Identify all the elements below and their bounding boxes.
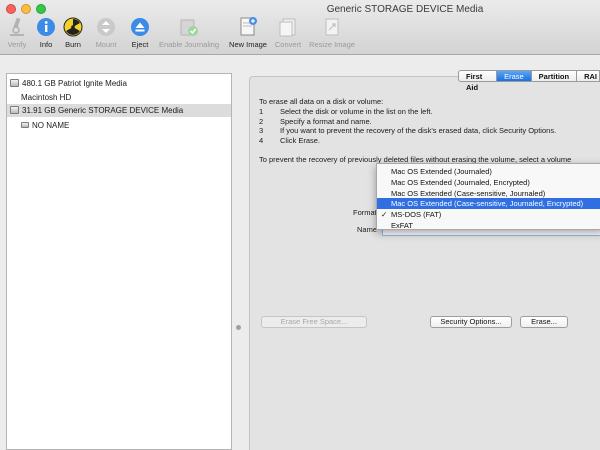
convert-label: Convert [274,40,302,49]
erase-free-space-button[interactable]: Erase Free Space... [261,316,367,328]
step-number: 2 [259,117,264,126]
external-disk-icon [10,78,19,87]
menu-item-label: ExFAT [391,221,413,230]
disk-item-generic-storage[interactable]: 31.91 GB Generic STORAGE DEVICE Media [7,104,231,117]
resize-image-icon [321,16,343,38]
toolbar: Generic STORAGE DEVICE Media Verify Info… [0,0,600,55]
eject-button[interactable]: Eject [126,16,154,52]
tab-raid[interactable]: RAI [577,70,600,82]
erase-panel: To erase all data on a disk or volume: 1… [249,76,600,450]
menu-item-label: Mac OS Extended (Journaled, Encrypted) [391,178,530,187]
disk-item-label: 480.1 GB Patriot Ignite Media [22,79,127,88]
tab-first-aid[interactable]: First Aid [458,70,498,92]
name-label: Name [357,225,378,234]
resize-image-label: Resize Image [309,40,355,49]
burn-label: Burn [65,40,81,49]
microscope-icon [6,16,28,38]
volume-item-macintosh-hd[interactable]: Macintosh HD [7,91,231,104]
step-text: Click Erase. [280,136,321,145]
external-disk-icon [10,105,19,114]
erase-intro: To erase all data on a disk or volume: [259,97,384,106]
burn-button[interactable]: Burn [60,16,86,52]
disk-item-patriot[interactable]: 480.1 GB Patriot Ignite Media [7,77,231,90]
volume-icon [21,121,29,128]
disk-item-label: 31.91 GB Generic STORAGE DEVICE Media [22,106,184,115]
format-option-exfat[interactable]: ExFAT [377,220,600,231]
step-number: 3 [259,126,264,135]
menu-item-label: Mac OS Extended (Case-sensitive, Journal… [391,199,584,208]
info-label: Info [39,40,53,49]
menu-item-label: Mac OS Extended (Case-sensitive, Journal… [391,189,546,198]
convert-icon [277,16,299,38]
mount-button[interactable]: Mount [90,16,122,52]
new-image-icon [237,16,259,38]
enable-journaling-label: Enable Journaling [158,40,220,49]
format-option-ms-dos-fat[interactable]: ✓ MS-DOS (FAT) [377,209,600,220]
tab-bar: First Aid Erase Partition RAI [458,70,600,92]
step-text: If you want to prevent the recovery of t… [280,126,557,135]
tab-partition[interactable]: Partition [531,70,578,82]
step-text: Select the disk or volume in the list on… [280,107,433,116]
step-number: 4 [259,136,264,145]
menu-item-label: MS-DOS (FAT) [391,210,442,219]
volume-item-label: Macintosh HD [21,93,72,102]
tab-erase[interactable]: Erase [497,70,532,82]
step-number: 1 [259,107,264,116]
format-option-journaled[interactable]: Mac OS Extended (Journaled) [377,166,600,177]
format-popup-menu: Mac OS Extended (Journaled) Mac OS Exten… [376,163,600,230]
volume-item-label: NO NAME [32,121,70,130]
new-image-label: New Image [229,40,267,49]
eject-label: Eject [131,40,149,49]
volume-item-no-name[interactable]: NO NAME [7,119,231,132]
mount-arrows-icon [95,16,117,38]
journal-check-icon [178,16,200,38]
info-icon [35,16,57,38]
burn-radiation-icon [62,16,84,38]
verify-label: Verify [7,40,27,49]
window-title: Generic STORAGE DEVICE Media [326,4,484,15]
enable-journaling-button[interactable]: Enable Journaling [155,16,223,52]
convert-button[interactable]: Convert [271,16,305,52]
format-label: Format [353,208,377,217]
eject-icon [129,16,151,38]
new-image-button[interactable]: New Image [226,16,270,52]
step-text: Specify a format and name. [280,117,372,126]
verify-button[interactable]: Verify [2,16,32,52]
disk-list-sidebar: 480.1 GB Patriot Ignite Media Macintosh … [6,73,232,450]
mount-label: Mount [95,40,117,49]
security-options-button[interactable]: Security Options... [430,316,512,328]
erase-button[interactable]: Erase... [520,316,568,328]
checkmark-icon: ✓ [381,210,388,219]
splitter-handle[interactable] [236,325,241,330]
format-option-journaled-encrypted[interactable]: Mac OS Extended (Journaled, Encrypted) [377,177,600,188]
resize-image-button[interactable]: Resize Image [306,16,358,52]
menu-item-label: Mac OS Extended (Journaled) [391,167,492,176]
info-button[interactable]: Info [33,16,59,52]
format-option-case-sensitive-journaled-encrypted[interactable]: Mac OS Extended (Case-sensitive, Journal… [377,198,600,209]
